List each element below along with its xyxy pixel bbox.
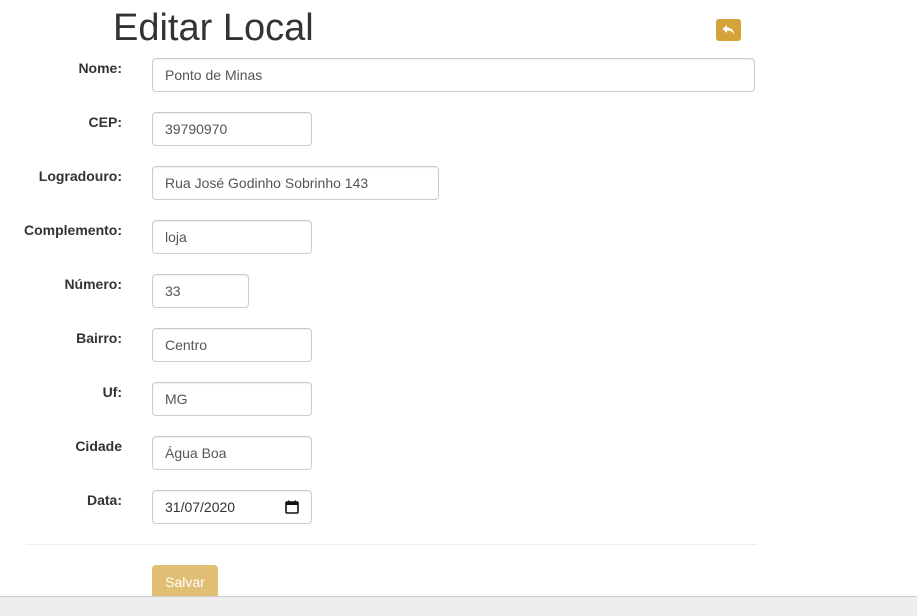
- page-title: Editar Local: [113, 7, 314, 49]
- numero-label: Número:: [64, 276, 122, 292]
- data-label: Data:: [86, 492, 122, 508]
- back-button[interactable]: [716, 19, 741, 41]
- reply-arrow-icon: [722, 25, 734, 35]
- logradouro-input[interactable]: [152, 166, 439, 200]
- logradouro-label: Logradouro:: [38, 168, 122, 184]
- uf-label: Uf:: [102, 384, 122, 400]
- date-input[interactable]: 31/07/2020: [152, 490, 312, 524]
- nome-input[interactable]: [152, 58, 755, 92]
- bairro-label: Bairro:: [76, 330, 122, 346]
- bottom-bar: [0, 596, 917, 616]
- date-value: 31/07/2020: [165, 499, 236, 515]
- uf-input[interactable]: [152, 382, 312, 416]
- form-divider: [26, 544, 757, 545]
- bairro-input[interactable]: [152, 328, 312, 362]
- cep-label: CEP:: [88, 114, 122, 130]
- complemento-label: Complemento:: [24, 222, 122, 238]
- edit-location-page: Editar Local Nome: CEP: Logradouro: Comp…: [0, 0, 917, 616]
- cep-input[interactable]: [152, 112, 312, 146]
- cidade-input[interactable]: [152, 436, 312, 470]
- save-button[interactable]: Salvar: [152, 565, 218, 599]
- complemento-input[interactable]: [152, 220, 312, 254]
- cidade-label: Cidade: [75, 438, 122, 454]
- nome-label: Nome:: [78, 60, 122, 76]
- numero-input[interactable]: [152, 274, 249, 308]
- calendar-icon[interactable]: [285, 500, 299, 514]
